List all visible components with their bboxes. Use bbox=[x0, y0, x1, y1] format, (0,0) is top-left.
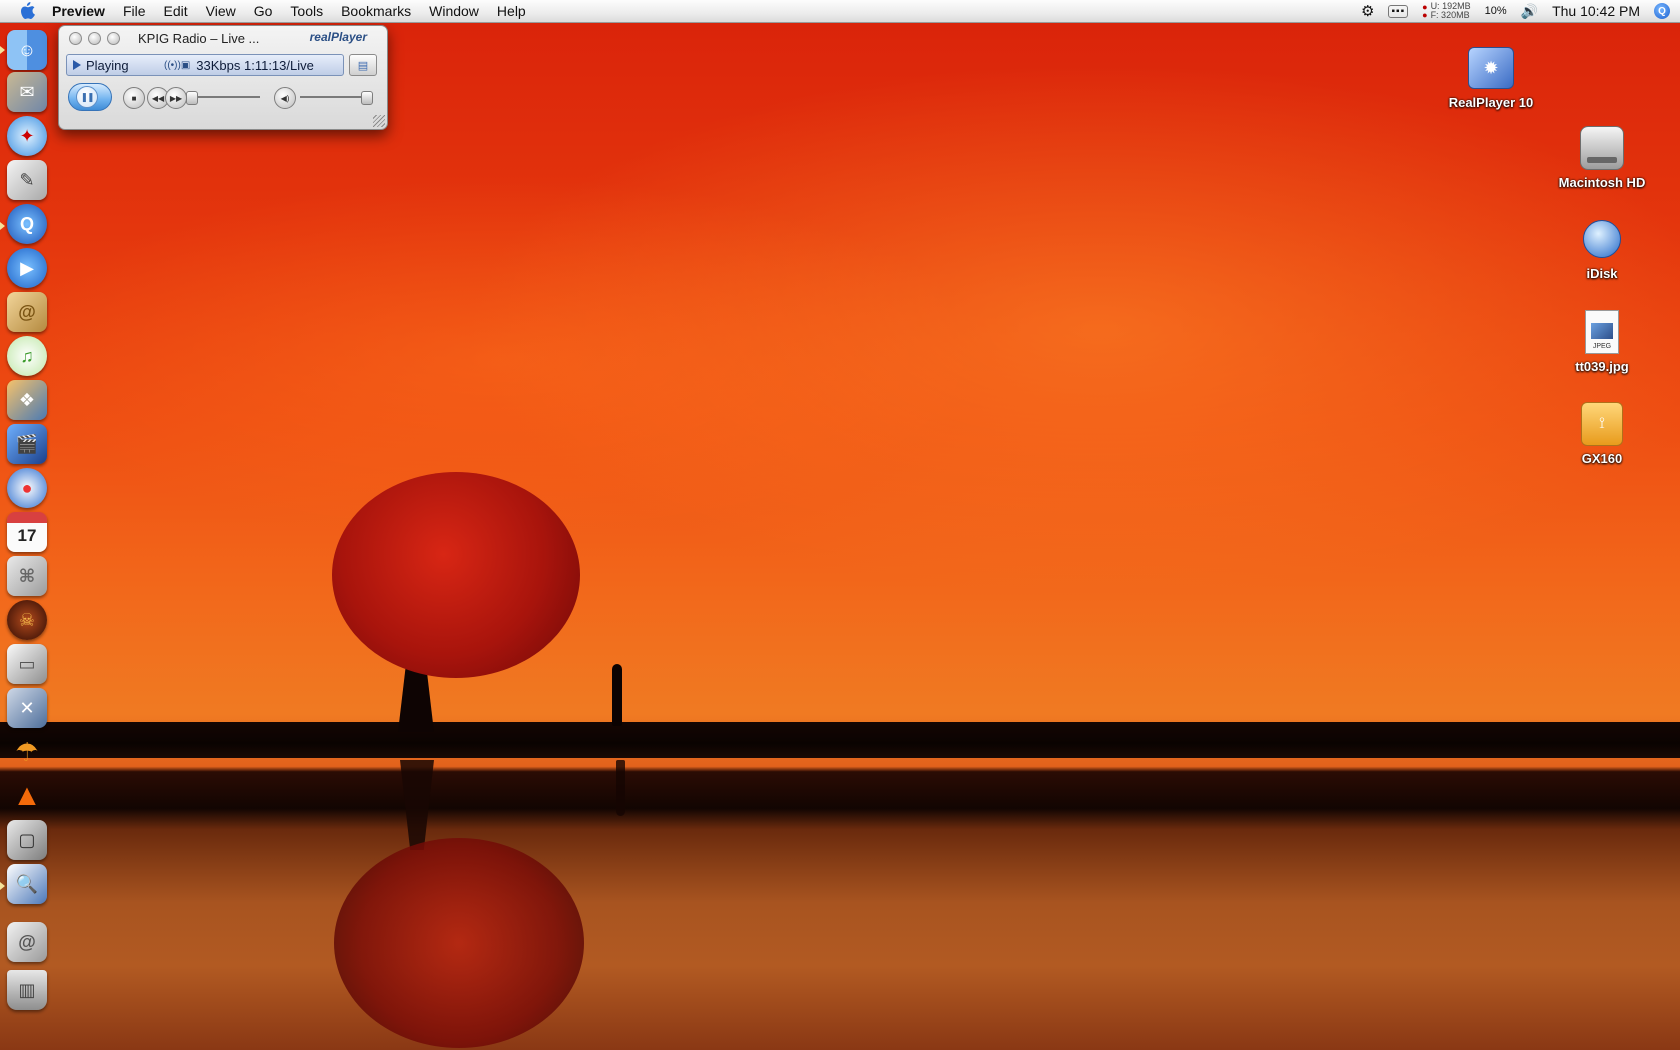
horizon-silhouette bbox=[0, 722, 1680, 758]
next-button[interactable]: ▶▶ bbox=[165, 87, 187, 109]
minimize-button[interactable] bbox=[88, 31, 101, 45]
desktop-icon-label: RealPlayer 10 bbox=[1448, 95, 1534, 110]
seek-knob[interactable] bbox=[186, 91, 198, 105]
iphoto-icon[interactable]: ❖ bbox=[7, 380, 47, 420]
desktop-icon-label: Macintosh HD bbox=[1558, 175, 1646, 190]
finder-icon[interactable]: ☺ bbox=[7, 30, 47, 70]
zoom-button[interactable] bbox=[107, 31, 120, 45]
calendar-day: 17 bbox=[17, 526, 37, 545]
imovie-clapper-icon[interactable]: 🎬 bbox=[7, 424, 47, 464]
mute-button[interactable]: ◀) bbox=[274, 87, 296, 109]
running-indicator bbox=[0, 882, 5, 890]
jpeg-file-icon: JPEG bbox=[1578, 308, 1626, 356]
idisk-icon bbox=[1578, 215, 1626, 263]
desktop-icon-label: tt039.jpg bbox=[1575, 359, 1629, 374]
ichat-icon[interactable]: ▶ bbox=[7, 248, 47, 288]
idvd-icon[interactable]: ● bbox=[7, 468, 47, 508]
playlist-toggle-button[interactable]: ▤ bbox=[349, 54, 377, 76]
desktop: Preview File Edit View Go Tools Bookmark… bbox=[0, 0, 1680, 1050]
hard-drive-icon bbox=[1578, 124, 1626, 172]
desktop-icon-idisk[interactable]: iDisk bbox=[1547, 215, 1657, 281]
desktop-icon-label: GX160 bbox=[1581, 451, 1623, 466]
tree-canopy bbox=[332, 472, 580, 678]
desktop-icon-tt039[interactable]: JPEG tt039.jpg bbox=[1547, 308, 1657, 374]
cpu-meter[interactable]: 10% bbox=[1485, 5, 1507, 17]
menu-view[interactable]: View bbox=[206, 0, 236, 22]
menu-bookmarks[interactable]: Bookmarks bbox=[341, 0, 411, 22]
mail-spring-icon[interactable]: @ bbox=[7, 922, 47, 962]
itunes-icon[interactable]: ♫ bbox=[7, 336, 47, 376]
desktop-icon-label: iDisk bbox=[1586, 266, 1618, 281]
umbrella-icon[interactable]: ☂ bbox=[7, 732, 47, 772]
status-label: Playing bbox=[86, 57, 129, 73]
person-reflection bbox=[616, 760, 625, 816]
tree-trunk-reflection bbox=[400, 760, 434, 850]
mail-stamp-icon[interactable]: ✉ bbox=[7, 72, 47, 112]
spotlight-search-icon[interactable]: Q bbox=[1654, 3, 1670, 19]
menu-window[interactable]: Window bbox=[429, 0, 479, 22]
menu-clock[interactable]: Thu 10:42 PM bbox=[1552, 3, 1640, 19]
menu-bar: Preview File Edit View Go Tools Bookmark… bbox=[0, 0, 1680, 23]
dock: ☺ ✉ ✦ ✎ Q ▶ @ ♫ ❖ 🎬 ● 17 ⌘ ☠ ▭ ✕ ☂ ▲ ▢ 🔍… bbox=[0, 26, 54, 1026]
window-title: KPIG Radio – Live ... bbox=[138, 30, 260, 46]
script-menu-icon[interactable]: ⚙ bbox=[1361, 2, 1374, 20]
desktop-icon-gx160[interactable]: ⟟ GX160 bbox=[1547, 400, 1657, 466]
tree-reflection bbox=[334, 838, 584, 1048]
seek-track[interactable] bbox=[190, 96, 260, 98]
diablo-game-icon[interactable]: ☠ bbox=[7, 600, 47, 640]
volume-knob[interactable] bbox=[360, 91, 373, 105]
stop-button[interactable]: ■ bbox=[123, 87, 145, 109]
terminal-icon[interactable]: ▢ bbox=[7, 820, 47, 860]
realplayer-logo: realPlayer bbox=[309, 30, 367, 44]
person-silhouette bbox=[612, 664, 622, 726]
keyboard-menu-icon[interactable]: ▪▪▪ bbox=[1388, 4, 1409, 18]
textedit-icon[interactable]: ✎ bbox=[7, 160, 47, 200]
memory-dots-icon: ● ● bbox=[1422, 2, 1428, 20]
status-display: Playing ((•))▣ 33Kbps 1:11:13/Live bbox=[66, 54, 344, 76]
desktop-icon-realplayer[interactable]: ✹ RealPlayer 10 bbox=[1436, 44, 1546, 110]
disk-utility-icon[interactable]: ▭ bbox=[7, 644, 47, 684]
apple-menu-icon[interactable] bbox=[18, 1, 38, 21]
menu-app-name[interactable]: Preview bbox=[52, 0, 105, 22]
system-preferences-icon[interactable]: ⌘ bbox=[7, 556, 47, 596]
utilities-wrench-icon[interactable]: ✕ bbox=[7, 688, 47, 728]
pause-button[interactable]: ❚❚ bbox=[68, 83, 112, 111]
menu-tools[interactable]: Tools bbox=[290, 0, 323, 22]
menu-file[interactable]: File bbox=[123, 0, 146, 22]
running-indicator bbox=[0, 46, 5, 54]
running-indicator bbox=[0, 222, 5, 230]
close-button[interactable] bbox=[69, 31, 82, 45]
menu-go[interactable]: Go bbox=[254, 0, 273, 22]
memory-meter[interactable]: ● ● U: 192MB F: 320MB bbox=[1422, 2, 1470, 20]
menu-edit[interactable]: Edit bbox=[164, 0, 188, 22]
pause-icon: ❚❚ bbox=[76, 86, 98, 108]
usb-drive-icon: ⟟ bbox=[1578, 400, 1626, 448]
desktop-icon-macintosh-hd[interactable]: Macintosh HD bbox=[1547, 124, 1657, 190]
bitrate-time-label: 33Kbps 1:11:13/Live bbox=[196, 57, 314, 73]
playback-controls: ❚❚ ■ ◀◀ ▶▶ ◀) bbox=[66, 82, 380, 112]
realplayer-window[interactable]: KPIG Radio – Live ... realPlayer Playing… bbox=[58, 25, 388, 130]
jpeg-badge: JPEG bbox=[1592, 343, 1612, 350]
resize-grip-icon[interactable] bbox=[373, 115, 385, 127]
real-player-dock-icon[interactable]: Q bbox=[7, 204, 47, 244]
trash-icon[interactable]: ▥ bbox=[7, 970, 47, 1010]
safari-compass-icon[interactable]: ✦ bbox=[7, 116, 47, 156]
volume-track[interactable] bbox=[300, 96, 370, 98]
vlc-cone-icon[interactable]: ▲ bbox=[7, 776, 47, 816]
menu-help[interactable]: Help bbox=[497, 0, 526, 22]
volume-icon[interactable]: 🔊 bbox=[1521, 3, 1538, 20]
address-book-icon[interactable]: @ bbox=[7, 292, 47, 332]
preview-icon[interactable]: 🔍 bbox=[7, 864, 47, 904]
play-state-icon bbox=[73, 60, 81, 70]
realplayer-icon: ✹ bbox=[1467, 44, 1515, 92]
ical-icon[interactable]: 17 bbox=[7, 512, 47, 552]
stream-signal-icon: ((•))▣ bbox=[164, 59, 191, 71]
memory-free: F: 320MB bbox=[1430, 10, 1470, 20]
